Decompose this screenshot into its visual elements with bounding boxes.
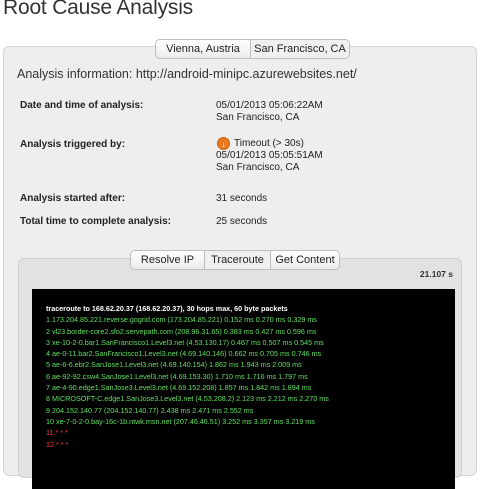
location-tabs: Vienna, Austria San Francisco, CA (155, 39, 350, 59)
started-after-label: Analysis started after: (20, 193, 126, 204)
trigger-time: 05/01/2013 05:05:51AM (216, 150, 323, 161)
tab-get-content[interactable]: Get Content (270, 251, 339, 269)
analysis-panel: Vienna, Austria San Francisco, CA Analys… (3, 39, 477, 489)
hop-line: 5 ae-6-6.ebr2.SanJose1.Level3.net (4.69.… (46, 360, 302, 370)
triggered-by-value: ↓ Timeout (> 30s) 05/01/2013 05:05:51AM … (216, 137, 323, 174)
page-title: Root Cause Analysis (3, 0, 193, 19)
hop-line: 10 xe-7-0-2-0.bay-16c-1b.ntwk.msn.net (2… (46, 416, 315, 426)
hop-line: 1 173.204.85.221.reverse.gogrid.com (173… (46, 315, 317, 325)
total-time-label: Total time to complete analysis: (20, 216, 171, 227)
triggered-by-label: Analysis triggered by: (20, 139, 126, 150)
analysis-url: http://android-minipc.azurewebsites.net/ (135, 67, 357, 81)
hop-line: 4 ae-0-11.bar2.SanFrancisco1.Level3.net … (46, 349, 322, 359)
tab-traceroute[interactable]: Traceroute (204, 251, 270, 269)
trigger-location: San Francisco, CA (216, 162, 300, 173)
hop-line: 6 ae-92-92.csw4.SanJose1.Level3.net (4.6… (46, 371, 308, 381)
tab-vienna-austria[interactable]: Vienna, Austria (156, 40, 250, 58)
hop-line-timeout: 11 * * * (46, 428, 68, 438)
hop-line-timeout: 12 * * * (46, 439, 69, 449)
tab-resolve-ip[interactable]: Resolve IP (131, 251, 204, 269)
date-time-line: 05/01/2013 05:06:22AM (216, 100, 323, 111)
date-time-value: 05/01/2013 05:06:22AM San Francisco, CA (216, 100, 323, 124)
traceroute-header: traceroute to 168.62.20.37 (168.62.20.37… (46, 304, 288, 313)
started-after-value: 31 seconds (216, 193, 268, 204)
trigger-reason-text: Timeout (> 30s) (234, 137, 304, 149)
timeout-arrow-icon: ↓ (217, 137, 230, 150)
tab-san-francisco-ca[interactable]: San Francisco, CA (250, 40, 349, 58)
tool-tabs: Resolve IP Traceroute Get Content (130, 250, 340, 270)
traceroute-timing: 21.107 s (419, 269, 453, 279)
hop-line: 7 ae-4-90.edge1.SanJose3.Level3.net (4.6… (46, 383, 312, 393)
date-time-location: San Francisco, CA (216, 112, 300, 123)
hop-line: 2 vl23.border-core2.sfo2.servepath.com (… (46, 326, 317, 336)
hop-line: 8 MICROSOFT-C.edge1.SanJose3.Level3.net … (46, 394, 329, 404)
traceroute-output: traceroute to 168.62.20.37 (168.62.20.37… (32, 289, 455, 489)
hop-line: 9 204.152.140.77 (204.152.140.77) 2.438 … (46, 405, 254, 415)
trigger-reason: ↓ Timeout (> 30s) (216, 137, 323, 150)
traceroute-section: 21.107 s traceroute to 168.62.20.37 (168… (18, 258, 462, 489)
analysis-info-label: Analysis information: (17, 67, 133, 81)
hop-line: 3 xe-10-2-0.bar1.SanFrancisco1.Level3.ne… (46, 337, 324, 347)
total-time-value: 25 seconds (216, 216, 268, 227)
analysis-information: Analysis information: http://android-min… (17, 67, 357, 81)
date-time-label: Date and time of analysis: (20, 100, 144, 111)
